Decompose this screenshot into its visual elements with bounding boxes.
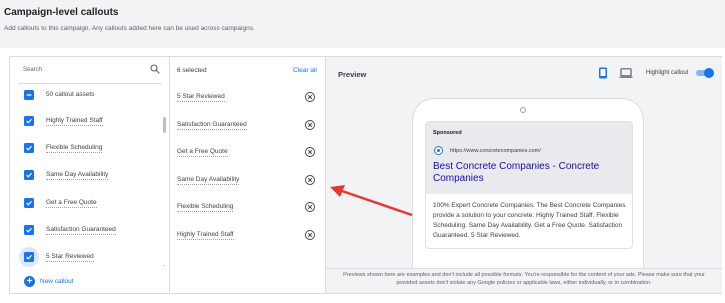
select-all-label: 50 callout assets	[46, 91, 95, 98]
preview-title: Preview	[338, 70, 367, 79]
remove-circle-icon[interactable]	[304, 229, 316, 241]
preview-disclaimer: Previews shown here are examples and don…	[326, 268, 722, 293]
ad-headline: Best Concrete Companies - Concrete Compa…	[433, 161, 600, 184]
remove-circle-icon[interactable]	[304, 146, 316, 158]
list-scrollbar[interactable]	[163, 117, 166, 133]
sponsored-label: Sponsored	[433, 130, 462, 136]
page-title: Campaign-level callouts	[4, 7, 119, 18]
selected-item-label: 5 Star Reviewed	[177, 93, 225, 102]
ad-preview-card: Sponsored https://www.concretecompanies.…	[425, 121, 633, 249]
checkbox-checked[interactable]	[24, 143, 34, 153]
ad-description: 100% Expert Concrete Companies. The Best…	[433, 202, 626, 239]
callout-checkbox-row[interactable]: Flexible Scheduling	[24, 142, 164, 156]
select-all-checkbox-row[interactable]: 50 callout assets	[24, 89, 164, 103]
callout-panel: Search 50 callout assets Highly Trained …	[9, 56, 722, 294]
checkbox-checked[interactable]	[24, 225, 34, 235]
mobile-device-icon[interactable]	[598, 67, 608, 79]
page-subtitle: Add callouts to this campaign. Any callo…	[4, 25, 255, 32]
plus-icon: +	[24, 276, 35, 287]
remove-circle-icon[interactable]	[304, 174, 316, 186]
ad-url: https://www.concretecompanies.com/	[450, 148, 541, 154]
selected-item-label: Flexible Scheduling	[177, 203, 234, 212]
selected-item-label: Highly Trained Staff	[177, 231, 234, 240]
remove-circle-icon[interactable]	[304, 201, 316, 213]
callout-label: Get a Free Quote	[46, 199, 97, 208]
remove-circle-icon[interactable]	[304, 91, 316, 103]
checkbox-checked[interactable]	[24, 252, 34, 262]
callout-label: Flexible Scheduling	[46, 144, 103, 153]
callout-label: Same Day Availability	[46, 171, 109, 180]
phone-mockup: Sponsored https://www.concretecompanies.…	[412, 98, 644, 268]
selected-item: Flexible Scheduling	[177, 201, 323, 215]
clear-all-button[interactable]: Clear all	[293, 67, 317, 74]
ad-header: Sponsored https://www.concretecompanies.…	[426, 122, 632, 194]
callout-checkbox-row[interactable]: Get a Free Quote	[24, 197, 164, 211]
phone-camera	[520, 107, 526, 113]
selected-item-label: Satisfaction Guaranteed	[177, 121, 247, 130]
scroll-down-icon[interactable]: ⌄	[162, 262, 166, 268]
select-all-checkbox[interactable]	[24, 90, 34, 100]
checkbox-checked[interactable]	[24, 170, 34, 180]
preview-pane: Preview Highlight callout Sponsored http…	[326, 57, 722, 293]
new-callout-label: New callout	[40, 278, 74, 285]
favicon-icon	[434, 146, 443, 155]
selected-item: Satisfaction Guaranteed	[177, 119, 323, 133]
highlight-callout-label: Highlight callout	[646, 70, 689, 76]
remove-circle-icon[interactable]	[304, 119, 316, 131]
callout-checkbox-row[interactable]: 5 Star Reviewed	[19, 247, 164, 267]
selected-item: 5 Star Reviewed	[177, 91, 323, 105]
callout-label: 5 Star Reviewed	[46, 253, 94, 262]
selected-item-label: Get a Free Quote	[177, 148, 228, 157]
selected-count: 6 selected	[177, 67, 207, 74]
selected-item-label: Same Day Availability	[177, 176, 240, 185]
search-icon[interactable]	[149, 63, 161, 75]
callout-checkbox-row[interactable]: Same Day Availability	[24, 169, 164, 183]
selected-callouts-column: 6 selected Clear all 5 Star Reviewed Sat…	[170, 57, 326, 293]
callout-list-column: Search 50 callout assets Highly Trained …	[10, 57, 170, 293]
search-underline	[18, 83, 162, 84]
selected-item: Get a Free Quote	[177, 146, 323, 160]
callout-label: Satisfaction Guaranteed	[46, 226, 116, 235]
selected-item: Same Day Availability	[177, 174, 323, 188]
highlight-callout-toggle[interactable]	[696, 68, 714, 78]
checkbox-checked[interactable]	[24, 198, 34, 208]
checkbox-checked[interactable]	[24, 116, 34, 126]
callout-label: Highly Trained Staff	[46, 117, 103, 126]
selected-item: Highly Trained Staff	[177, 229, 323, 243]
callout-checkbox-row[interactable]: Highly Trained Staff	[24, 115, 164, 129]
new-callout-button[interactable]: + New callout	[24, 276, 104, 288]
toggle-knob	[704, 68, 714, 78]
page-header: Campaign-level callouts Add callouts to …	[0, 0, 725, 48]
callout-checkbox-row[interactable]: Satisfaction Guaranteed	[24, 224, 164, 238]
search-input[interactable]: Search	[23, 67, 42, 73]
desktop-device-icon[interactable]	[619, 68, 633, 78]
